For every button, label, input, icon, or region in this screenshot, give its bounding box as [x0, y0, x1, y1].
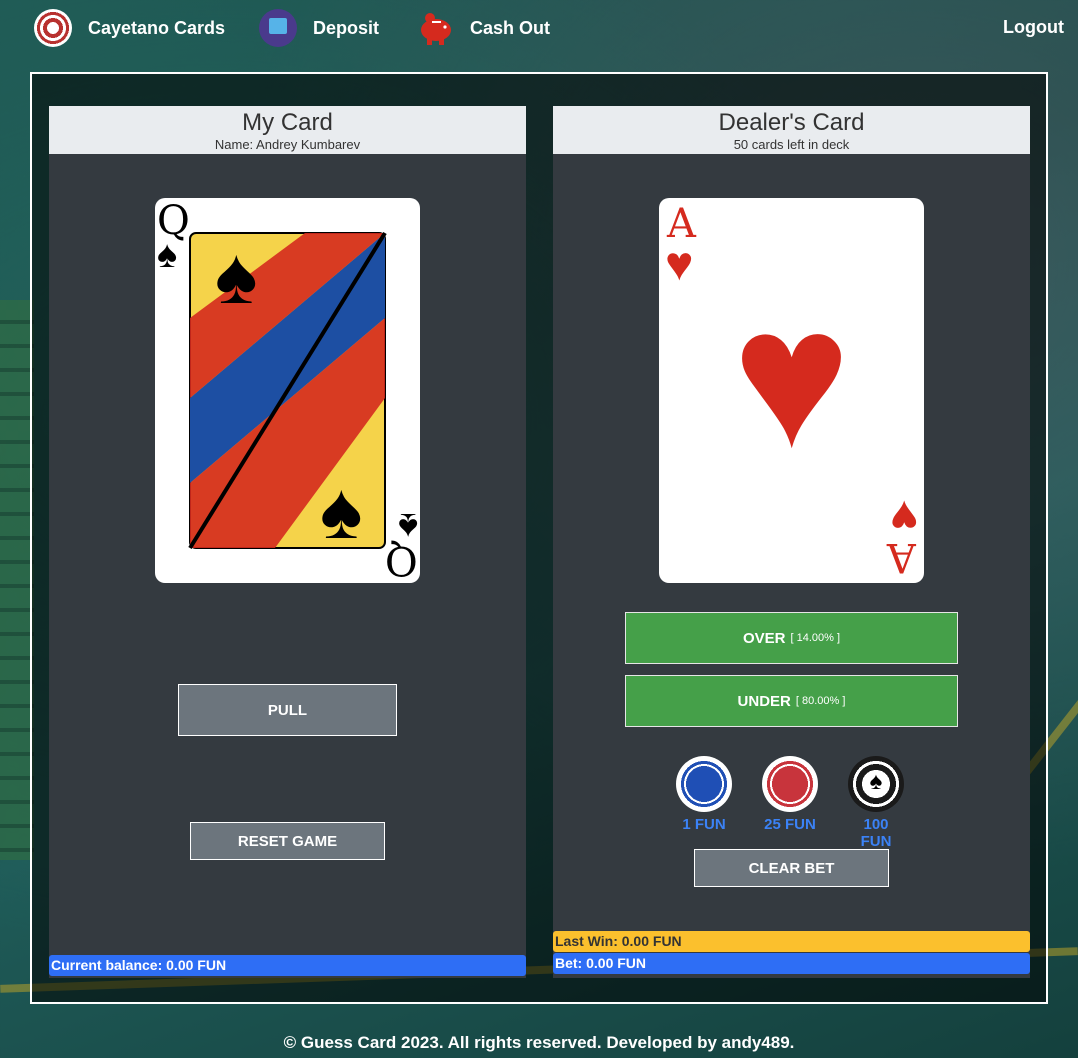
chip-25-fun[interactable]: 25 FUN	[761, 756, 819, 833]
chip-1-label: 1 FUN	[682, 816, 726, 833]
dealer-card-suit-top: ♥	[665, 238, 694, 291]
dealer-card-center-suit: ♥	[732, 266, 851, 489]
under-odds: [ 80.00% ]	[795, 695, 846, 707]
chip-25-label: 25 FUN	[764, 816, 816, 833]
dealer-card: A ♥ ♥ A ♥	[659, 198, 924, 583]
under-label: UNDER	[737, 692, 791, 710]
player-panel-header: My Card Name: Andrey Kumbarev	[49, 106, 526, 154]
player-card-suit-top: ♠	[157, 234, 178, 276]
current-balance-bar: Current balance: 0.00 FUN	[49, 955, 526, 976]
dealer-panel-header: Dealer's Card 50 cards left in deck	[553, 106, 1030, 154]
over-label: OVER	[742, 629, 786, 647]
black-spade-chip-icon: ♠	[848, 756, 904, 812]
last-win-bar: Last Win: 0.00 FUN	[553, 931, 1030, 952]
svg-text:♠: ♠	[320, 466, 363, 555]
dealer-panel: Dealer's Card 50 cards left in deck A ♥ …	[553, 106, 1030, 978]
brand-link[interactable]: Cayetano Cards	[34, 9, 225, 47]
chip-100-fun[interactable]: ♠ 100 FUN	[847, 756, 905, 850]
cards-left-count: 50 cards left in deck	[733, 137, 850, 152]
reset-game-button[interactable]: RESET GAME	[190, 822, 385, 860]
game-container: My Card Name: Andrey Kumbarev ♠ ♠ Q ♠ Q …	[30, 72, 1048, 1004]
cashout-link[interactable]: Cash Out	[416, 9, 550, 47]
under-button[interactable]: UNDER [ 80.00% ]	[625, 675, 958, 727]
svg-text:♠: ♠	[215, 231, 258, 320]
dealer-panel-title: Dealer's Card	[718, 109, 865, 136]
bet-bar: Bet: 0.00 FUN	[553, 953, 1030, 974]
logout-link[interactable]: Logout	[1003, 17, 1064, 38]
brand-label: Cayetano Cards	[88, 17, 226, 38]
player-card: ♠ ♠ Q ♠ Q ♠	[155, 198, 420, 583]
deposit-icon	[259, 9, 297, 47]
blue-chip-icon	[676, 756, 732, 812]
chip-100-label: 100 FUN	[860, 816, 892, 850]
background-chip-stack	[0, 300, 34, 860]
chip-1-fun[interactable]: 1 FUN	[675, 756, 733, 833]
player-card-suit-bottom: ♠	[397, 505, 418, 547]
deposit-link[interactable]: Deposit	[259, 9, 379, 47]
over-odds: [ 14.00% ]	[790, 632, 841, 644]
queen-of-spades-art: ♠ ♠	[188, 231, 387, 555]
dealer-card-suit-bottom: ♥	[889, 490, 919, 543]
red-chip-icon	[762, 756, 818, 812]
top-navbar: Cayetano Cards Deposit Cash Out Logout	[0, 0, 1078, 56]
player-panel: My Card Name: Andrey Kumbarev ♠ ♠ Q ♠ Q …	[49, 106, 526, 978]
player-panel-title: My Card	[242, 109, 333, 136]
piggy-bank-icon	[416, 9, 454, 47]
player-name: Name: Andrey Kumbarev	[214, 137, 361, 152]
dealer-card-rank-bottom: A	[887, 534, 916, 580]
pull-button[interactable]: PULL	[178, 684, 397, 736]
over-button[interactable]: OVER [ 14.00% ]	[625, 612, 958, 664]
poker-chip-logo-icon	[34, 9, 72, 47]
deposit-label: Deposit	[313, 17, 380, 38]
clear-bet-button[interactable]: CLEAR BET	[694, 849, 889, 887]
footer-text: © Guess Card 2023. All rights reserved. …	[283, 1033, 795, 1052]
cashout-label: Cash Out	[470, 17, 551, 38]
